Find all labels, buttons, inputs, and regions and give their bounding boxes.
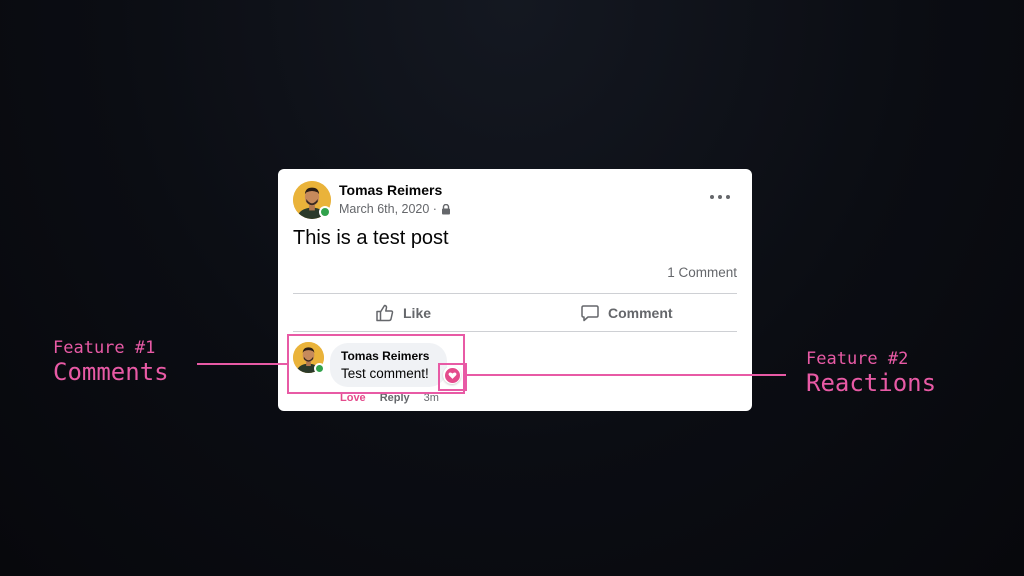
feature2-leader-line <box>467 374 786 376</box>
comment-timestamp[interactable]: 3m <box>424 392 439 404</box>
post-body: This is a test post <box>293 227 449 249</box>
comment-text: Test comment! <box>341 366 429 381</box>
feature1-number: Feature #1 <box>53 338 156 358</box>
online-status-indicator <box>319 206 331 218</box>
feature2-label: Feature #2 Reactions <box>806 349 936 397</box>
feature1-name: Comments <box>53 358 169 386</box>
feature2-number: Feature #2 <box>806 349 909 369</box>
lock-icon[interactable] <box>441 203 451 215</box>
thumbs-up-icon <box>376 304 394 322</box>
comment-author-name[interactable]: Tomas Reimers <box>341 349 429 363</box>
comment-button[interactable]: Comment <box>580 299 673 327</box>
heart-icon <box>444 367 460 383</box>
post-meta: March 6th, 2020 · <box>339 202 451 216</box>
like-label: Like <box>403 305 432 321</box>
feature2-name: Reactions <box>806 369 937 397</box>
reply-link[interactable]: Reply <box>380 392 410 404</box>
comment-actions: Love Reply 3m <box>340 392 439 404</box>
speech-bubble-icon <box>581 305 599 322</box>
like-button[interactable]: Like <box>375 299 431 327</box>
reaction-badge[interactable] <box>443 366 461 384</box>
love-reaction-link[interactable]: Love <box>340 392 366 404</box>
divider-bottom <box>293 331 737 332</box>
feature1-leader-line <box>197 363 287 365</box>
comment-label: Comment <box>608 305 673 321</box>
post-author-name[interactable]: Tomas Reimers <box>339 182 442 198</box>
post-date[interactable]: March 6th, 2020 · <box>339 202 437 216</box>
feature1-label: Feature #1 Comments <box>53 338 169 386</box>
comment-online-indicator <box>314 363 325 374</box>
comment-bubble: Tomas Reimers Test comment! <box>330 343 447 387</box>
divider-top <box>293 293 737 294</box>
more-options-icon[interactable] <box>710 189 730 205</box>
comment-count-link[interactable]: 1 Comment <box>667 265 737 280</box>
